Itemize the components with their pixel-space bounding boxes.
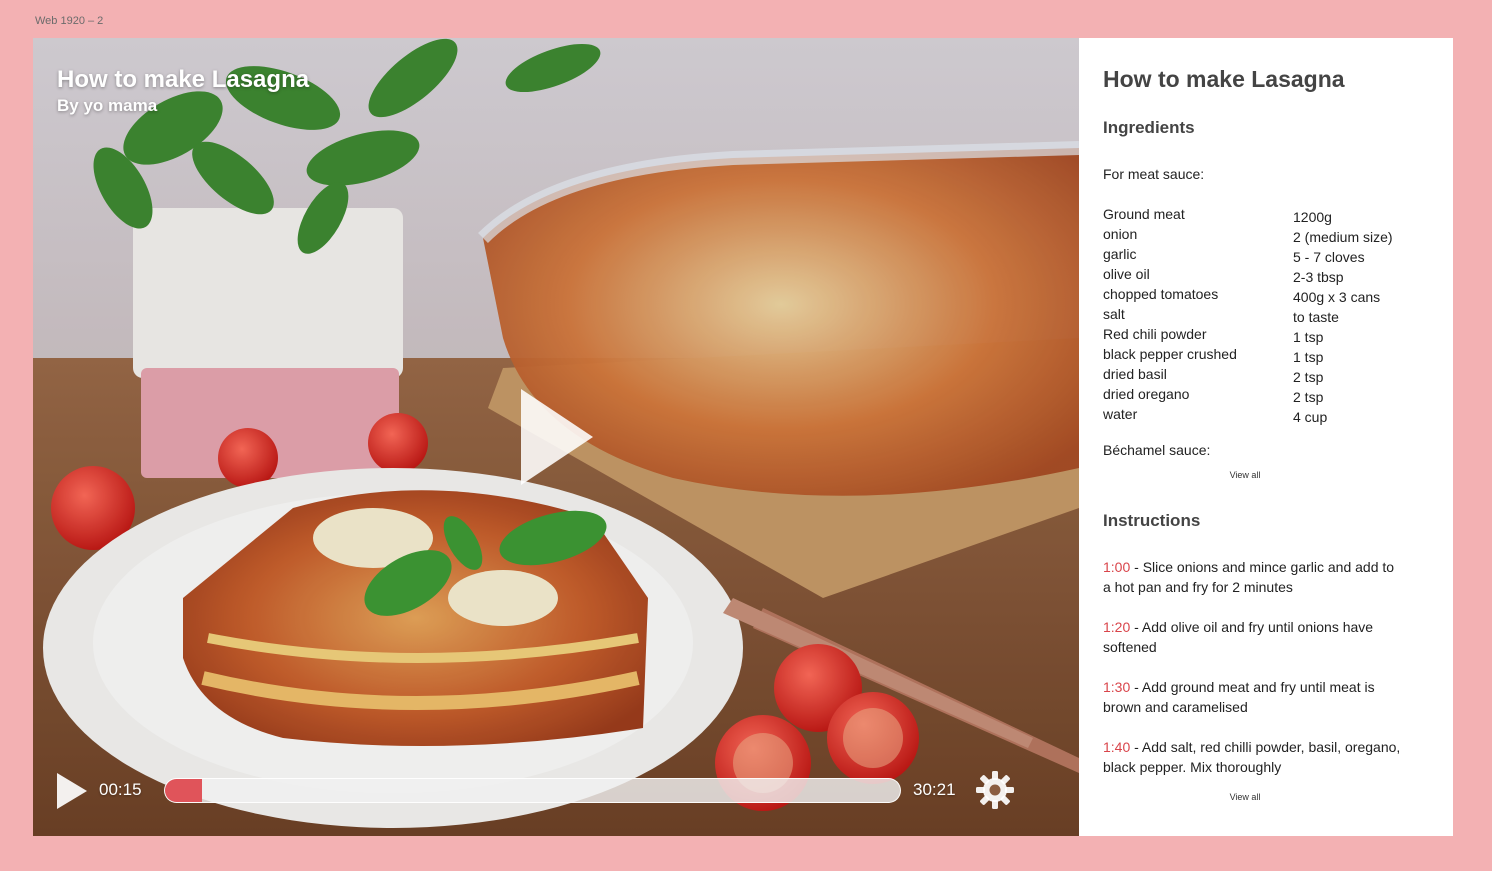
ingredient-name: black pepper crushed: [1103, 346, 1237, 362]
artboard: How to make Lasagna By yo mama 00:15 30:…: [33, 38, 1453, 836]
play-icon[interactable]: [55, 771, 89, 811]
ingredient-row: garlic 5 - 7 cloves: [1103, 244, 1453, 265]
video-author: By yo mama: [57, 96, 158, 115]
ingredient-quantity: 2 tsp: [1293, 389, 1324, 405]
ingredient-quantity: to taste: [1293, 309, 1339, 325]
ingredient-name: salt: [1103, 306, 1125, 322]
video-controls: 00:15 30:21: [33, 766, 1079, 816]
play-icon[interactable]: [517, 385, 597, 489]
instructions-list: 1:00 - Slice onions and mince garlic and…: [1103, 557, 1403, 777]
instructions-heading: Instructions: [1103, 511, 1201, 530]
bechamel-label: Béchamel sauce:: [1103, 442, 1211, 458]
gear-icon[interactable]: [975, 770, 1015, 810]
instruction-step: 1:40 - Add salt, red chilli powder, basi…: [1103, 737, 1403, 777]
video-title: How to make Lasagna: [57, 66, 310, 93]
ingredients-heading: Ingredients: [1103, 118, 1195, 137]
total-time: 30:21: [913, 780, 956, 799]
ingredient-name: water: [1103, 406, 1138, 422]
ingredient-quantity: 1 tsp: [1293, 329, 1324, 345]
ingredient-name: Red chili powder: [1103, 326, 1207, 342]
ingredient-name: dried basil: [1103, 366, 1167, 382]
step-timestamp-link[interactable]: 1:20: [1103, 619, 1130, 635]
progress-bar[interactable]: [164, 778, 901, 803]
current-time: 00:15: [99, 780, 142, 799]
ingredient-name: olive oil: [1103, 266, 1150, 282]
step-text: - Add olive oil and fry until onions hav…: [1103, 619, 1374, 655]
ingredients-list: Ground meat 1200g onion 2 (medium size) garl…: [1103, 204, 1453, 425]
ingredient-quantity: 1200g: [1293, 209, 1332, 225]
ingredient-row: black pepper crushed 1 tsp: [1103, 344, 1453, 365]
ingredient-row: onion 2 (medium size): [1103, 224, 1453, 245]
ingredient-row: salt to taste: [1103, 304, 1453, 325]
instruction-step: 1:30 - Add ground meat and fry until mea…: [1103, 677, 1403, 717]
ingredient-row: dried oregano 2 tsp: [1103, 384, 1453, 405]
ingredient-row: dried basil 2 tsp: [1103, 364, 1453, 385]
ingredient-quantity: 4 cup: [1293, 409, 1328, 425]
ingredient-name: onion: [1103, 226, 1138, 242]
step-text: - Add salt, red chilli powder, basil, or…: [1103, 739, 1401, 775]
ingredient-row: Ground meat 1200g: [1103, 204, 1453, 225]
ingredient-name: chopped tomatoes: [1103, 286, 1219, 302]
view-all-instructions-link[interactable]: View all: [1103, 792, 1387, 802]
view-all-ingredients-link[interactable]: View all: [1103, 470, 1387, 480]
step-timestamp-link[interactable]: 1:30: [1103, 679, 1130, 695]
recipe-panel: How to make Lasagna Ingredients For meat…: [1079, 38, 1453, 836]
ingredient-name: Ground meat: [1103, 206, 1185, 222]
video-player[interactable]: How to make Lasagna By yo mama 00:15 30:…: [33, 38, 1079, 836]
frame-label: Web 1920 – 2: [35, 15, 104, 27]
instruction-step: 1:20 - Add olive oil and fry until onion…: [1103, 617, 1403, 657]
step-timestamp-link[interactable]: 1:40: [1103, 739, 1130, 755]
step-text: - Slice onions and mince garlic and add …: [1103, 559, 1395, 595]
step-text: - Add ground meat and fry until meat is …: [1103, 679, 1375, 715]
recipe-title: How to make Lasagna: [1103, 66, 1345, 92]
ingredient-quantity: 400g x 3 cans: [1293, 289, 1381, 305]
ingredient-quantity: 2-3 tbsp: [1293, 269, 1344, 285]
instruction-step: 1:00 - Slice onions and mince garlic and…: [1103, 557, 1403, 597]
ingredient-name: dried oregano: [1103, 386, 1190, 402]
ingredient-row: olive oil 2-3 tbsp: [1103, 264, 1453, 285]
ingredient-row: water 4 cup: [1103, 404, 1453, 425]
step-timestamp-link[interactable]: 1:00: [1103, 559, 1130, 575]
progress-fill: [165, 779, 202, 802]
ingredient-name: garlic: [1103, 246, 1137, 262]
ingredient-quantity: 5 - 7 cloves: [1293, 249, 1365, 265]
ingredient-row: Red chili powder 1 tsp: [1103, 324, 1453, 345]
meat-sauce-label: For meat sauce:: [1103, 166, 1205, 182]
ingredient-row: chopped tomatoes 400g x 3 cans: [1103, 284, 1453, 305]
ingredient-quantity: 1 tsp: [1293, 349, 1324, 365]
ingredient-quantity: 2 (medium size): [1293, 229, 1393, 245]
ingredient-quantity: 2 tsp: [1293, 369, 1324, 385]
